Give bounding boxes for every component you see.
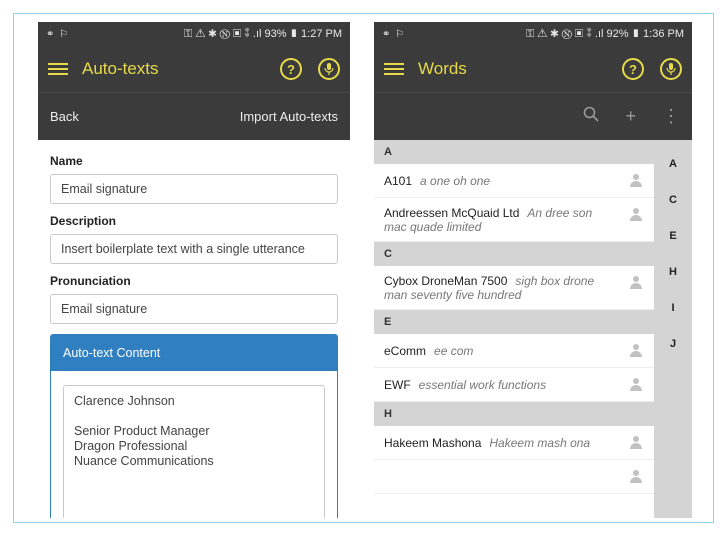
hamburger-menu-icon[interactable] — [384, 63, 404, 75]
word-text: Hakeem Mashona — [384, 435, 482, 450]
content-line: Clarence Johnson — [74, 394, 175, 408]
auto-texts-screen: ⚭ ⚐ ⚿ ⚠ ✱ Ⓝ ▣ ⁑ .ıl 93% ▮ 1:27 PM Auto-t… — [38, 22, 350, 518]
content-line — [74, 409, 314, 424]
description-label: Description — [50, 214, 117, 228]
section-header-e: E — [374, 310, 654, 334]
person-icon — [630, 344, 642, 357]
person-icon — [630, 174, 642, 187]
index-letter-e[interactable]: E — [669, 230, 676, 249]
hamburger-menu-icon[interactable] — [48, 63, 68, 75]
list-item[interactable]: Cybox DroneMan 7500 sigh box drone man se… — [374, 266, 654, 310]
pronunciation-text: essential work functions — [418, 377, 547, 392]
name-field[interactable]: Email signature — [50, 174, 338, 204]
status-bar: ⚭ ⚐ ⚿ ⚠ ✱ Ⓝ ▣ ⁑ .ıl 93% ▮ 1:27 PM — [38, 22, 350, 46]
index-letter-j[interactable]: J — [670, 338, 676, 357]
app-bar: Auto-texts ? — [38, 46, 350, 92]
words-toolbar: + ⋮ — [374, 92, 692, 140]
section-header-h: H — [374, 402, 654, 426]
list-item[interactable] — [374, 460, 654, 494]
status-right-info: ⚿ ⚠ ✱ Ⓝ ▣ ⁑ .ıl 92% ▮ 1:36 PM — [525, 27, 684, 40]
auto-text-content-panel: Auto-text Content Clarence Johnson Senio… — [50, 334, 338, 518]
app-bar: Words ? — [374, 46, 692, 92]
status-bar: ⚭ ⚐ ⚿ ⚠ ✱ Ⓝ ▣ ⁑ .ıl 92% ▮ 1:36 PM — [374, 22, 692, 46]
alphabet-index-bar[interactable]: A C E H I J — [654, 140, 692, 518]
action-bar: Back Import Auto-texts — [38, 92, 350, 140]
word-text: eComm — [384, 343, 427, 358]
person-icon — [630, 208, 642, 221]
back-button[interactable]: Back — [50, 109, 79, 124]
microphone-icon[interactable] — [318, 58, 340, 80]
import-auto-texts-button[interactable]: Import Auto-texts — [240, 109, 338, 124]
section-header-c: C — [374, 242, 654, 266]
pronunciation-text: An dree son — [527, 205, 593, 220]
status-right-info: ⚿ ⚠ ✱ Ⓝ ▣ ⁑ .ıl 93% ▮ 1:27 PM — [183, 27, 342, 40]
pronunciation-text: Hakeem mash ona — [489, 435, 591, 450]
status-left-icons: ⚭ ⚐ — [382, 28, 406, 40]
words-screen: ⚭ ⚐ ⚿ ⚠ ✱ Ⓝ ▣ ⁑ .ıl 92% ▮ 1:36 PM Words … — [374, 22, 692, 518]
section-header-a: A — [374, 140, 654, 164]
content-line: Nuance Communications — [74, 454, 214, 468]
list-item[interactable]: EWF essential work functions — [374, 368, 654, 402]
index-letter-c[interactable]: C — [669, 194, 677, 213]
word-text: A101 — [384, 173, 413, 188]
index-letter-a[interactable]: A — [669, 158, 677, 177]
add-icon[interactable]: + — [625, 106, 636, 127]
person-icon — [630, 436, 642, 449]
search-icon[interactable] — [583, 106, 600, 127]
auto-text-form: Name Email signature Description Insert … — [38, 140, 350, 518]
description-field[interactable]: Insert boilerplate text with a single ut… — [50, 234, 338, 264]
screen-title: Words — [418, 59, 467, 78]
list-item[interactable]: A101 a one oh one — [374, 164, 654, 198]
status-left-icons: ⚭ ⚐ — [46, 28, 70, 40]
panel-title: Auto-text Content — [51, 335, 337, 371]
person-icon — [630, 378, 642, 391]
pronunciation-field[interactable]: Email signature — [50, 294, 338, 324]
microphone-icon[interactable] — [660, 58, 682, 80]
word-text: Cybox DroneMan 7500 — [384, 273, 508, 288]
list-item[interactable]: Andreessen McQuaid Ltd An dree son mac qu… — [374, 198, 654, 242]
word-text: EWF — [384, 377, 411, 392]
pronunciation-text: ee com — [434, 343, 474, 358]
word-text: Andreessen McQuaid Ltd — [384, 205, 520, 220]
person-icon — [630, 470, 642, 483]
pronunciation-text: a one oh one — [420, 173, 491, 188]
person-icon — [630, 276, 642, 289]
pronunciation-continued: mac quade limited — [384, 219, 482, 234]
index-letter-h[interactable]: H — [669, 266, 677, 285]
list-item[interactable]: Hakeem Mashona Hakeem mash ona — [374, 426, 654, 460]
pronunciation-continued: man seventy five hundred — [384, 287, 522, 302]
pronunciation-text: sigh box drone — [515, 273, 595, 288]
words-list: A A101 a one oh one Andreessen McQuaid Lt… — [374, 140, 654, 494]
pronunciation-label: Pronunciation — [50, 274, 131, 288]
screen-title: Auto-texts — [82, 59, 159, 78]
content-line: Senior Product Manager — [74, 424, 210, 438]
list-item[interactable]: eComm ee com — [374, 334, 654, 368]
auto-text-content-field[interactable]: Clarence Johnson Senior Product Manager … — [63, 385, 325, 518]
content-line: Dragon Professional — [74, 439, 188, 453]
name-label: Name — [50, 154, 83, 168]
more-options-icon[interactable]: ⋮ — [662, 106, 680, 127]
index-letter-i[interactable]: I — [671, 302, 674, 321]
help-icon[interactable]: ? — [280, 58, 302, 80]
help-icon[interactable]: ? — [622, 58, 644, 80]
